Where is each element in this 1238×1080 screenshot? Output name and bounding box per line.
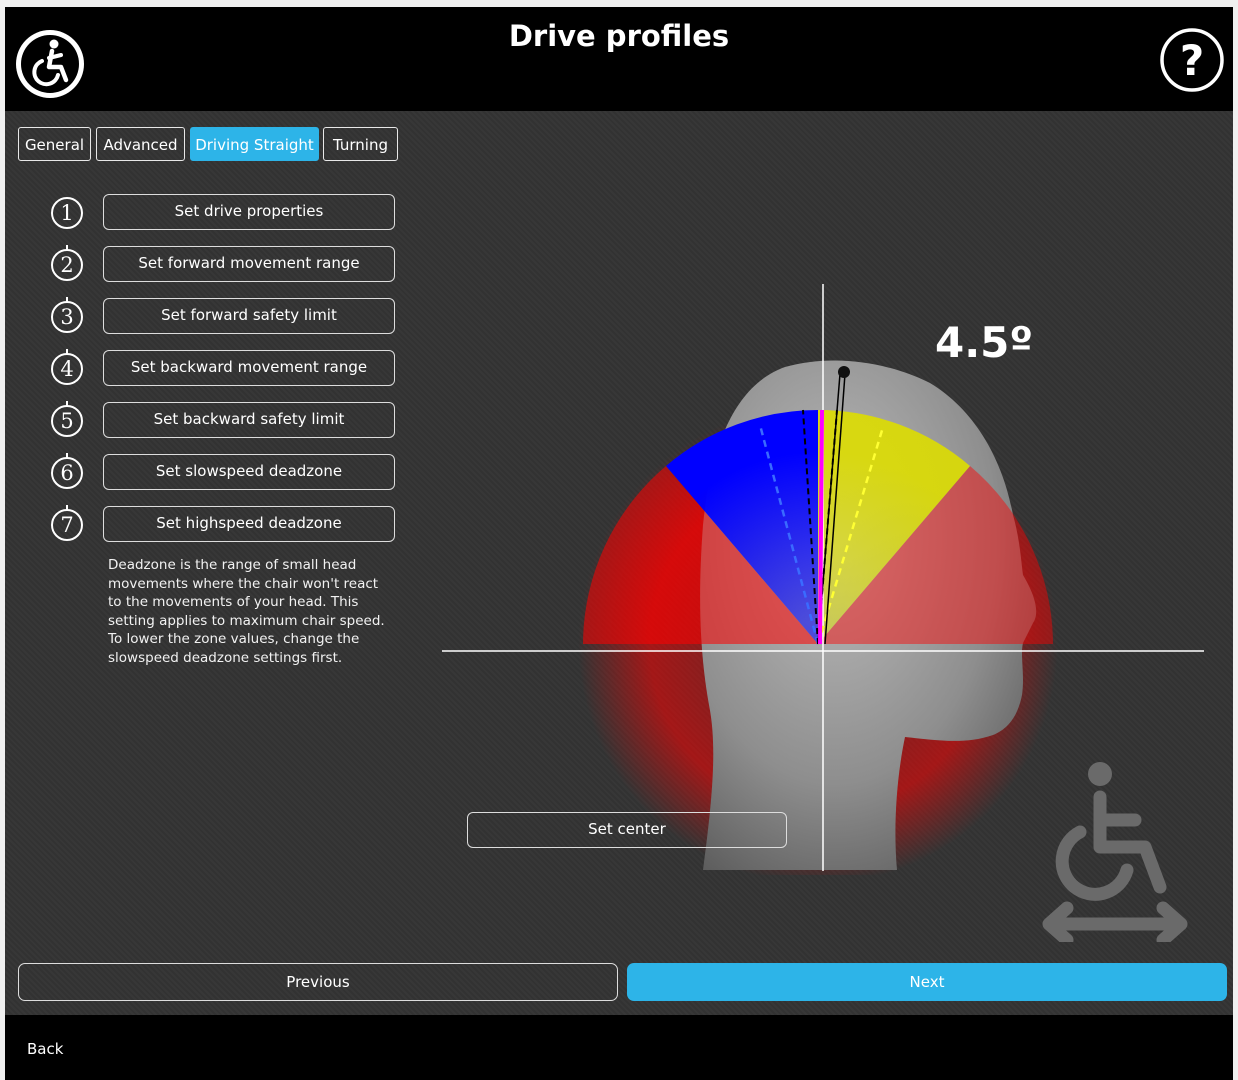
set-drive-properties-button[interactable]: Set drive properties — [103, 194, 395, 230]
head-position-marker — [838, 366, 850, 378]
set-center-button[interactable]: Set center — [467, 812, 787, 848]
tab-driving-straight[interactable]: Driving Straight — [190, 127, 319, 161]
svg-text:?: ? — [1180, 36, 1204, 85]
step-number-6: 6 — [51, 457, 83, 489]
current-position-line — [818, 409, 824, 645]
tab-general[interactable]: General — [18, 127, 91, 161]
wheelchair-move-icon — [1042, 762, 1188, 942]
step-number-2: 2 — [51, 249, 83, 281]
set-slowspeed-deadzone-button[interactable]: Set slowspeed deadzone — [103, 454, 395, 490]
back-button[interactable]: Back — [27, 1040, 63, 1058]
step-number-1: 1 — [51, 197, 83, 229]
set-backward-safety-limit-button[interactable]: Set backward safety limit — [103, 402, 395, 438]
app-window: Drive profiles ? General Advanced Drivin… — [5, 7, 1233, 1080]
step-number-3: 3 — [51, 301, 83, 333]
footer-bar — [5, 1015, 1233, 1080]
set-forward-movement-range-button[interactable]: Set forward movement range — [103, 246, 395, 282]
tilt-angle-readout: 4.5º — [935, 318, 1034, 367]
tab-advanced[interactable]: Advanced — [96, 127, 185, 161]
previous-button[interactable]: Previous — [18, 963, 618, 1001]
step-number-4: 4 — [51, 353, 83, 385]
deadzone-description: Deadzone is the range of small head move… — [108, 557, 385, 666]
header-bar: Drive profiles ? — [5, 7, 1233, 111]
tab-turning[interactable]: Turning — [323, 127, 398, 161]
set-backward-movement-range-button[interactable]: Set backward movement range — [103, 350, 395, 386]
set-highspeed-deadzone-button[interactable]: Set highspeed deadzone — [103, 506, 395, 542]
next-button[interactable]: Next — [627, 963, 1227, 1001]
page-title: Drive profiles — [508, 19, 730, 53]
step-number-7: 7 — [51, 509, 83, 541]
help-icon[interactable]: ? — [1159, 27, 1225, 93]
step-number-5: 5 — [51, 405, 83, 437]
set-forward-safety-limit-button[interactable]: Set forward safety limit — [103, 298, 395, 334]
